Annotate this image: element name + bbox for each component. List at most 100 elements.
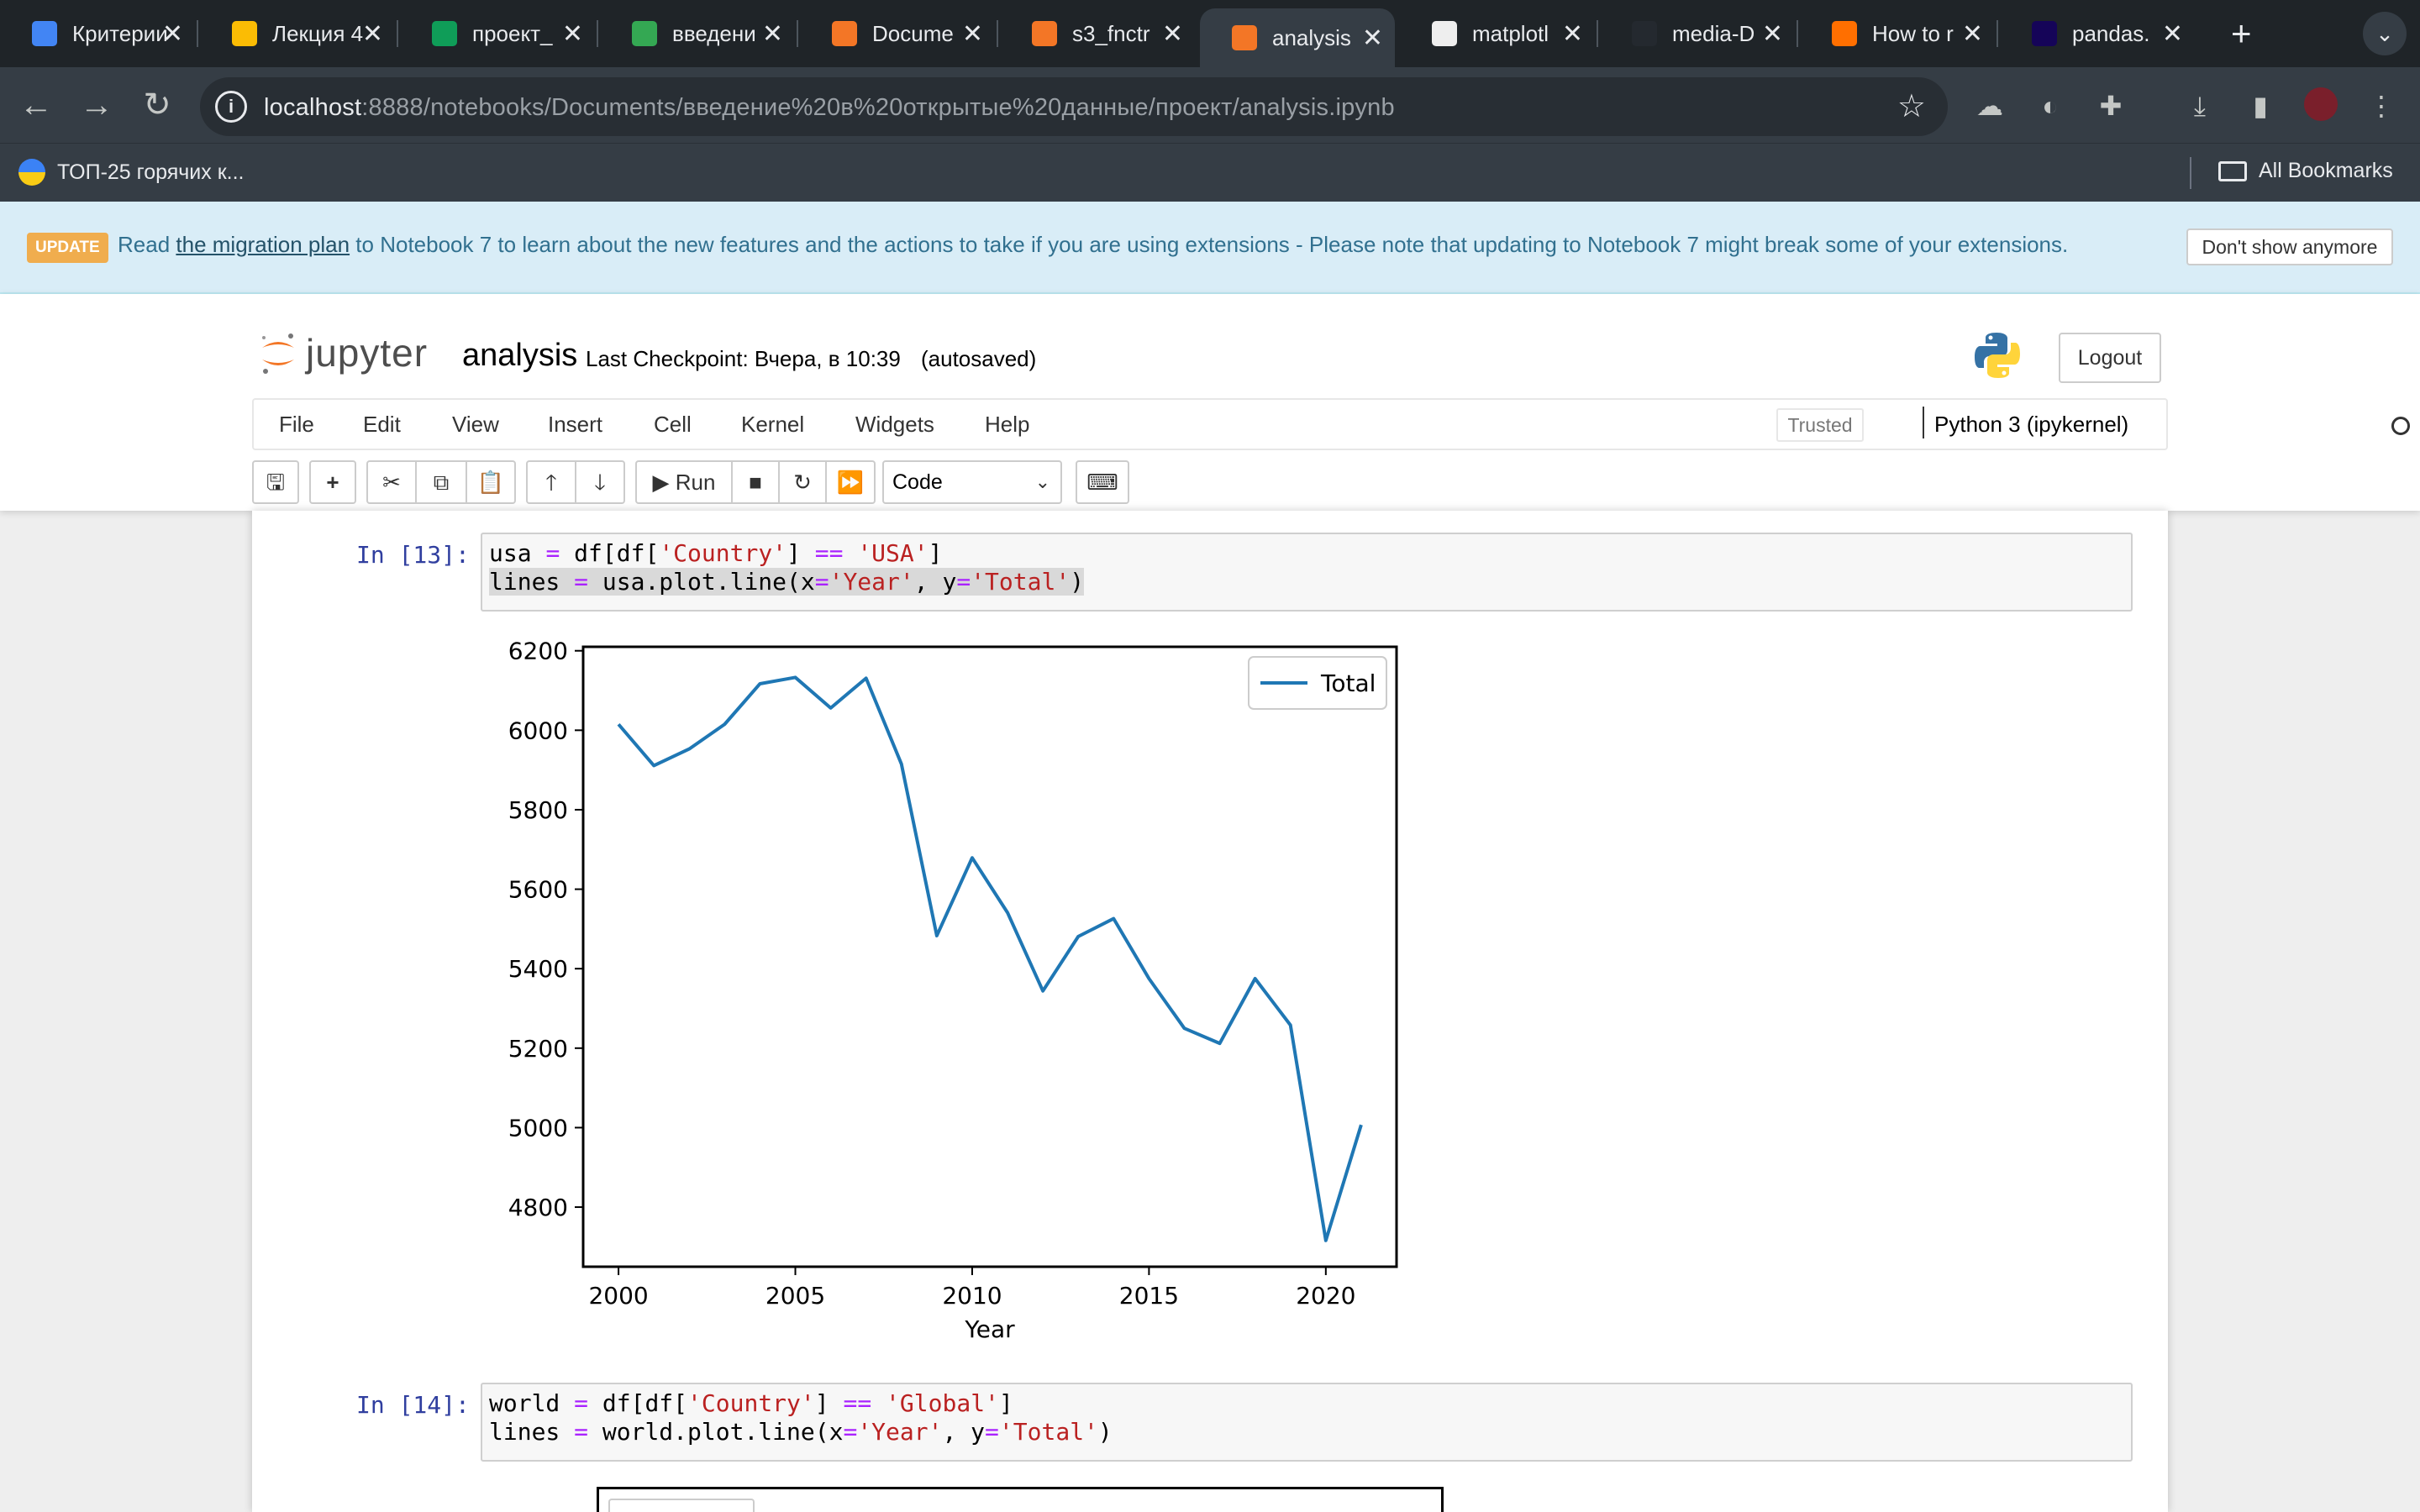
- tab-separator: [397, 20, 398, 47]
- forward-icon[interactable]: →: [74, 82, 119, 128]
- bookmark-star-icon[interactable]: ☆: [1897, 87, 1926, 125]
- browser-tab[interactable]: Критерии ✕: [0, 10, 195, 57]
- python-logo-icon: [1975, 333, 2020, 378]
- move-down-icon[interactable]: 🡓: [575, 460, 625, 504]
- browser-tab[interactable]: s3_fnctr ✕: [1000, 10, 1195, 57]
- save-icon[interactable]: 🖫: [252, 460, 299, 504]
- run-label: Run: [675, 470, 716, 495]
- reload-icon[interactable]: ↻: [134, 82, 180, 128]
- close-tab-icon[interactable]: ✕: [162, 19, 183, 49]
- code-line: lines = world.plot.line(x='Year', y='Tot…: [489, 1418, 2124, 1446]
- cut-icon[interactable]: ✂: [366, 460, 417, 504]
- close-tab-icon[interactable]: ✕: [362, 19, 383, 49]
- menu-widgets[interactable]: Widgets: [855, 412, 934, 438]
- y-tick-label: 5200: [508, 1035, 568, 1063]
- notebook-name[interactable]: analysis: [462, 338, 577, 374]
- paste-icon[interactable]: 📋: [466, 460, 516, 504]
- tab-favicon-icon: [1032, 21, 1057, 46]
- menu-insert[interactable]: Insert: [548, 412, 602, 438]
- ukraine-heart-icon: [18, 159, 45, 186]
- code-token: ]: [998, 1389, 1013, 1417]
- downloads-icon[interactable]: ⤓: [2181, 87, 2218, 124]
- close-tab-icon[interactable]: ✕: [1762, 19, 1783, 49]
- bookmark-item[interactable]: ТОП-25 горячих к...: [18, 159, 245, 186]
- extensions-puzzle-icon[interactable]: ✚: [2092, 87, 2129, 124]
- tab-favicon-icon: [1432, 21, 1457, 46]
- menu-help[interactable]: Help: [985, 412, 1029, 438]
- update-banner: UPDATE Read the migration plan to Notebo…: [0, 202, 2420, 294]
- code-operator: =: [843, 1418, 858, 1446]
- menu-cell[interactable]: Cell: [654, 412, 692, 438]
- copy-icon[interactable]: ⧉: [415, 460, 467, 504]
- cell-type-select[interactable]: Code ⌄: [882, 460, 1062, 504]
- tab-favicon-icon: [32, 21, 57, 46]
- menu-edit[interactable]: Edit: [363, 412, 401, 438]
- extension-c-icon[interactable]: ◐: [2032, 87, 2069, 124]
- dont-show-anymore-button[interactable]: Don't show anymore: [2186, 228, 2393, 265]
- restart-icon[interactable]: ↻: [778, 460, 827, 504]
- all-bookmarks-button[interactable]: All Bookmarks: [2218, 159, 2393, 183]
- banner-text-after: to Notebook 7 to learn about the new fea…: [350, 232, 2069, 257]
- keyboard-shortcuts-icon[interactable]: ⌨: [1076, 460, 1129, 504]
- tab-favicon-icon: [832, 21, 857, 46]
- browser-menu-icon[interactable]: ⋮: [2363, 87, 2400, 124]
- browser-tab[interactable]: How to r ✕: [1800, 10, 1995, 57]
- move-up-icon[interactable]: 🡑: [526, 460, 576, 504]
- close-tab-icon[interactable]: ✕: [1962, 19, 1983, 49]
- browser-tab[interactable]: analysis ✕: [1200, 8, 1395, 67]
- tab-search-button[interactable]: ⌄: [2363, 12, 2407, 55]
- browser-tab[interactable]: Лекция 4 ✕: [200, 10, 395, 57]
- close-tab-icon[interactable]: ✕: [1162, 19, 1183, 49]
- profile-avatar[interactable]: [2302, 87, 2339, 124]
- close-tab-icon[interactable]: ✕: [762, 19, 783, 49]
- code-operator: =: [985, 1418, 999, 1446]
- logout-button[interactable]: Logout: [2059, 333, 2161, 383]
- new-tab-button[interactable]: +: [2231, 13, 2252, 54]
- browser-tab[interactable]: pandas. ✕: [2000, 10, 2195, 57]
- browser-tab[interactable]: matplotl ✕: [1400, 10, 1595, 57]
- close-tab-icon[interactable]: ✕: [962, 19, 983, 49]
- extension-cloud-icon[interactable]: ☁: [1971, 87, 2008, 124]
- menu-kernel[interactable]: Kernel: [741, 412, 804, 438]
- tab-separator: [597, 20, 598, 47]
- close-tab-icon[interactable]: ✕: [1362, 24, 1383, 53]
- menu-file[interactable]: File: [279, 412, 314, 438]
- menu-view[interactable]: View: [452, 412, 499, 438]
- input-prompt: In [13]:: [356, 541, 470, 569]
- code-operator: =: [574, 1389, 589, 1417]
- kernel-name[interactable]: Python 3 (ipykernel): [1934, 412, 2128, 438]
- close-tab-icon[interactable]: ✕: [1562, 19, 1583, 49]
- url-text[interactable]: localhost:8888/notebooks/Documents/введе…: [264, 94, 1395, 122]
- code-string: 'Country': [687, 1389, 815, 1417]
- close-tab-icon[interactable]: ✕: [562, 19, 583, 49]
- migration-plan-link[interactable]: the migration plan: [176, 232, 350, 257]
- back-icon[interactable]: ←: [13, 82, 59, 128]
- interrupt-icon[interactable]: ■: [731, 460, 780, 504]
- browser-tab[interactable]: media-D ✕: [1600, 10, 1795, 57]
- banner-text-before: Read: [118, 232, 176, 257]
- insert-cell-icon[interactable]: +: [309, 460, 356, 504]
- tab-favicon-icon: [1632, 21, 1657, 46]
- code-cell-input[interactable]: world = df[df['Country'] == 'Global'] lin…: [481, 1383, 2133, 1462]
- folder-icon: [2218, 160, 2247, 181]
- run-button[interactable]: ▶ Run: [635, 460, 733, 504]
- browser-tab[interactable]: проект_ ✕: [400, 10, 595, 57]
- restart-run-all-icon[interactable]: ⏩: [825, 460, 876, 504]
- jupyter-logo[interactable]: jupyter: [259, 329, 428, 376]
- close-tab-icon[interactable]: ✕: [2162, 19, 2183, 49]
- side-panel-icon[interactable]: ▮: [2242, 87, 2279, 124]
- second-chart-legend: [608, 1499, 755, 1512]
- code-string: 'Total': [998, 1418, 1098, 1446]
- bookmarks-bar: ТОП-25 горячих к... All Bookmarks: [0, 143, 2420, 202]
- trusted-indicator[interactable]: Trusted: [1776, 408, 1864, 442]
- code-token: , y: [942, 1418, 986, 1446]
- code-token: ]: [814, 1389, 844, 1417]
- address-bar[interactable]: i localhost:8888/notebooks/Documents/вве…: [200, 77, 1948, 136]
- site-info-icon[interactable]: i: [215, 91, 247, 123]
- tab-separator: [1797, 20, 1798, 47]
- browser-tab[interactable]: введени ✕: [600, 10, 795, 57]
- browser-tab[interactable]: Docume ✕: [800, 10, 995, 57]
- code-token: world: [489, 1389, 575, 1417]
- code-operator: =: [574, 1418, 589, 1446]
